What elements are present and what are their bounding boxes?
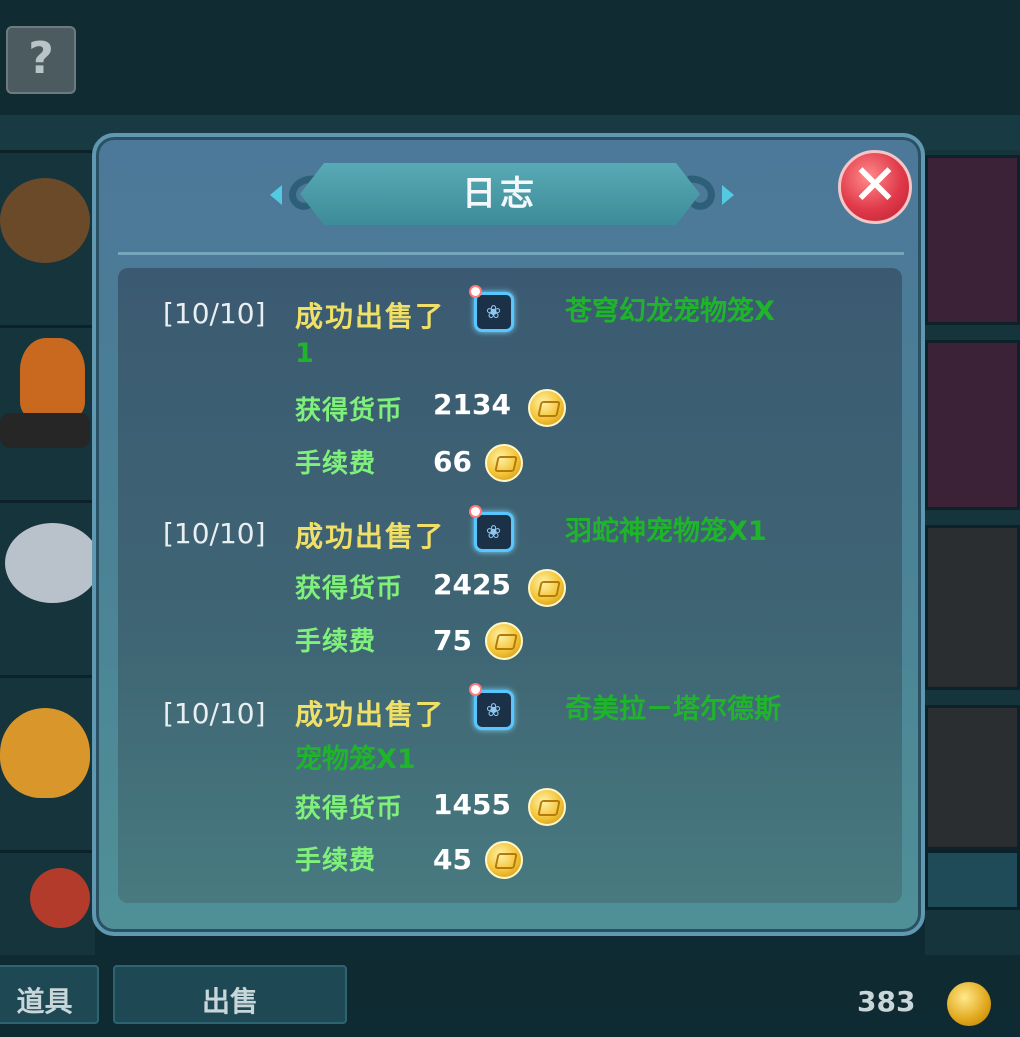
- entry-item-name: 羽蛇神宠物笼X1: [565, 516, 767, 547]
- entry-date: [10/10]: [163, 297, 266, 330]
- tab-items[interactable]: 道具: [0, 965, 99, 1024]
- list-item[interactable]: [0, 500, 100, 653]
- pet-cage-icon[interactable]: ❀: [469, 683, 514, 730]
- close-icon: ✕: [851, 153, 899, 218]
- coin-icon: [947, 982, 991, 1026]
- slot[interactable]: [925, 525, 1020, 690]
- close-button[interactable]: ✕: [838, 150, 912, 224]
- entry-date: [10/10]: [163, 697, 266, 730]
- list-item[interactable]: [0, 675, 95, 828]
- entry-item-name: 苍穹幻龙宠物笼X: [565, 296, 775, 327]
- fee-label: 手续费: [295, 846, 377, 876]
- income-label: 获得货币: [295, 396, 404, 426]
- coin-icon: [485, 841, 523, 879]
- income-value: 1455: [433, 788, 511, 821]
- slot[interactable]: [925, 155, 1020, 325]
- campfire-icon: [20, 338, 85, 418]
- slot[interactable]: [925, 850, 1020, 910]
- income-value: 2134: [433, 388, 511, 421]
- gourd-icon: [0, 708, 90, 798]
- coin-icon: [485, 622, 523, 660]
- entry-item-name: 奇美拉－塔尔德斯: [565, 694, 781, 725]
- coin-icon: [485, 444, 523, 482]
- entry-action: 成功出售了: [295, 698, 446, 731]
- coin-icon: [528, 788, 566, 826]
- slot[interactable]: [925, 340, 1020, 510]
- food-bowl-icon: [0, 178, 90, 263]
- slot[interactable]: [925, 705, 1020, 850]
- coin-icon: [528, 389, 566, 427]
- income-label: 获得货币: [295, 574, 404, 604]
- title-divider: [118, 252, 904, 255]
- tab-sell[interactable]: 出售: [113, 965, 347, 1024]
- entry-action: 成功出售了: [295, 520, 446, 553]
- entry-action: 成功出售了: [295, 300, 446, 333]
- entry-item-name-cont: 1: [295, 338, 314, 369]
- logs-icon: [0, 413, 90, 448]
- fee-label: 手续费: [295, 627, 377, 657]
- income-value: 2425: [433, 568, 511, 601]
- coin-balance: 383: [857, 985, 916, 1018]
- fee-value: 66: [433, 445, 472, 478]
- fee-value: 75: [433, 624, 472, 657]
- income-label: 获得货币: [295, 794, 404, 824]
- item-list-background: [0, 150, 100, 960]
- pet-cage-icon[interactable]: ❀: [469, 285, 514, 332]
- dialog-title: 日志: [462, 174, 538, 214]
- pet-cage-icon[interactable]: ❀: [469, 505, 514, 552]
- fee-label: 手续费: [295, 449, 377, 479]
- entry-item-name-cont: 宠物笼X1: [295, 744, 416, 775]
- help-button[interactable]: ?: [6, 26, 76, 94]
- right-panel-background: [925, 150, 1020, 960]
- top-bar-background: [0, 0, 1020, 115]
- fee-value: 45: [433, 843, 472, 876]
- list-item[interactable]: [0, 325, 95, 478]
- item-icon: [30, 868, 90, 928]
- entry-date: [10/10]: [163, 517, 266, 550]
- list-item[interactable]: [0, 150, 95, 303]
- stone-icon: [5, 523, 100, 603]
- coin-icon: [528, 569, 566, 607]
